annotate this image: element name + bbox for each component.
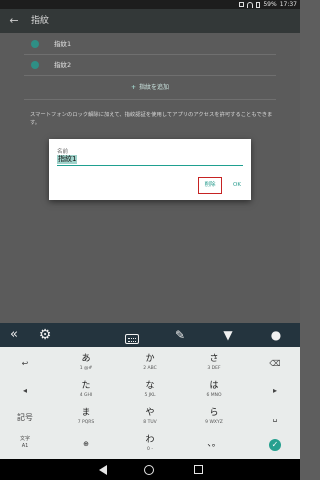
arrow-back-icon[interactable]: ← [6, 13, 22, 29]
status-icons: 59% 17:37 [239, 0, 297, 9]
nav-back-icon[interactable] [99, 465, 107, 475]
cursor-right-key[interactable]: ▸ [264, 378, 286, 402]
globe-key[interactable]: ⊕ [60, 432, 112, 456]
navigation-bar [0, 459, 300, 480]
clock: 17:37 [279, 1, 297, 8]
space-key[interactable]: ␣ [264, 405, 286, 429]
punctuation-key[interactable]: 、。 [188, 432, 240, 456]
app-bar: ← 指紋 [0, 9, 300, 33]
check-icon: ✓ [269, 439, 281, 451]
page-title: 指紋 [31, 16, 50, 26]
nav-recents-icon[interactable] [194, 465, 203, 474]
key-sa[interactable]: さ3 DEF [188, 351, 240, 375]
microphone-icon[interactable]: ● [266, 325, 286, 345]
battery-icon [256, 1, 261, 8]
rename-dialog: 名前 指紋1 削除 OK [49, 139, 251, 200]
ok-button[interactable]: OK [228, 177, 246, 194]
key-ma[interactable]: ま7 PQRS [60, 405, 112, 429]
key-na[interactable]: な5 JKL [124, 378, 176, 402]
screenshot-icon [239, 2, 245, 7]
description-text: スマートフォンのロック解除に加えて、指紋認証を使用してアプリのアクセスを許可する… [30, 112, 273, 126]
memo-icon[interactable]: ✎ [170, 325, 190, 345]
key-ra[interactable]: ら9 WXYZ [188, 405, 240, 429]
fingerprint-item-1[interactable]: 指紋1 [0, 34, 300, 54]
symbol-key[interactable]: 記号 [14, 405, 36, 429]
gear-icon[interactable]: ⚙ [35, 325, 55, 345]
key-a[interactable]: あ1 @# [60, 351, 112, 375]
cursor-left-key[interactable]: ◂ [14, 378, 36, 402]
battery-percent: 59% [263, 1, 277, 8]
delete-button[interactable]: 削除 [198, 177, 222, 194]
fingerprint-icon [31, 40, 39, 48]
fingerprint-label: 指紋2 [54, 61, 72, 69]
undo-key[interactable]: ↩ [14, 351, 36, 375]
input-mode-key[interactable]: 文字 A1 [14, 432, 36, 456]
double-chevron-left-icon[interactable]: « [6, 325, 22, 345]
fingerprint-item-2[interactable]: 指紋2 [0, 55, 300, 75]
wifi-icon [247, 1, 254, 8]
keyboard-icon[interactable] [122, 325, 142, 345]
name-field-value: 指紋1 [57, 155, 78, 164]
name-field[interactable]: 指紋1 [57, 154, 243, 166]
key-ka[interactable]: か2 ABC [124, 351, 176, 375]
key-ha[interactable]: は6 MNO [188, 378, 240, 402]
nav-home-icon[interactable] [144, 465, 154, 475]
divider [24, 99, 276, 100]
keyboard-toolbar: « ⚙ ✎ ▼ ● [0, 323, 300, 347]
key-wa[interactable]: わ0 - [124, 432, 176, 456]
key-ta[interactable]: た4 GHI [60, 378, 112, 402]
plus-icon: + [130, 84, 136, 91]
backspace-icon: ⌫ [269, 359, 281, 368]
status-bar: 59% 17:37 [0, 0, 300, 9]
fingerprint-label: 指紋1 [54, 40, 72, 48]
add-fingerprint-button[interactable]: + 指紋を追加 [0, 81, 300, 95]
add-fingerprint-label: 指紋を追加 [139, 84, 170, 91]
fingerprint-icon [31, 61, 39, 69]
globe-icon: ⊕ [83, 440, 89, 448]
backspace-key[interactable]: ⌫ [264, 351, 286, 375]
key-ya[interactable]: や8 TUV [124, 405, 176, 429]
enter-key[interactable]: ✓ [264, 432, 286, 456]
shirt-icon[interactable]: ▼ [218, 325, 238, 345]
keyboard: ↩ ◂ 記号 文字 A1 あ1 @# か2 ABC さ3 DEF た4 GHI … [0, 347, 300, 459]
divider [24, 75, 276, 76]
